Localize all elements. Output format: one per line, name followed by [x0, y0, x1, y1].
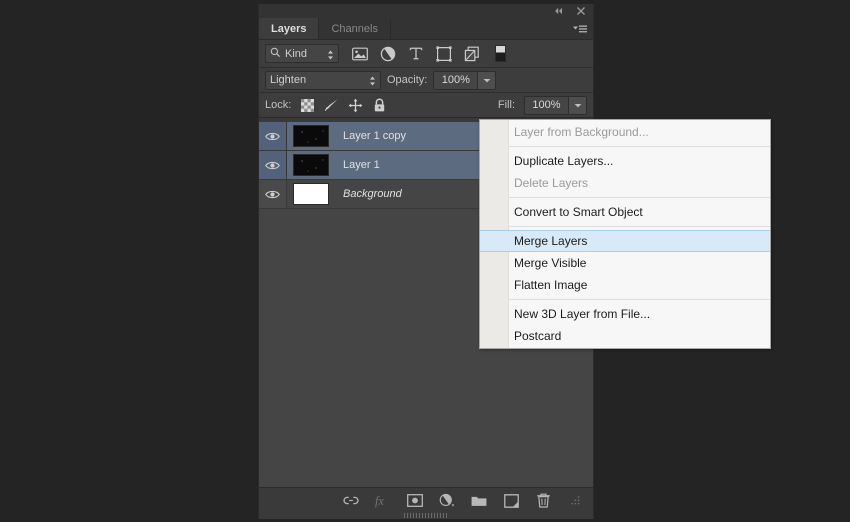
panel-titlebar — [259, 4, 593, 18]
fill-dropdown-arrow[interactable] — [568, 96, 586, 114]
layer-name[interactable]: Background — [343, 188, 402, 200]
bottom-icon-group: fx — [259, 488, 593, 513]
menu-item-flatten-image[interactable]: Flatten Image — [480, 274, 770, 296]
tab-channels[interactable]: Channels — [319, 18, 391, 39]
menu-item-new-3d-layer-from-file[interactable]: New 3D Layer from File... — [480, 303, 770, 325]
new-group-icon[interactable] — [471, 493, 487, 509]
menu-item-delete-layers: Delete Layers — [514, 176, 589, 190]
menu-separator — [508, 299, 770, 300]
filter-shape-layers-icon[interactable] — [435, 45, 452, 62]
tab-layers[interactable]: Layers — [259, 18, 320, 39]
panel-resize-grip-icon[interactable] — [567, 493, 583, 509]
close-icon[interactable] — [575, 5, 587, 17]
filter-kind-select[interactable]: Kind — [265, 44, 339, 63]
fill-field[interactable]: 100% — [524, 95, 587, 115]
new-adjustment-layer-icon[interactable] — [439, 493, 455, 509]
fill-label: Fill: — [497, 99, 515, 111]
layer-context-menu: Layer from Background... Duplicate Layer… — [479, 119, 771, 349]
layer-visibility-toggle[interactable] — [259, 180, 287, 208]
blend-mode-select[interactable]: Lighten — [265, 70, 381, 90]
layer-filter-row: Kind — [259, 40, 593, 68]
menu-item-merge-layers[interactable]: Merge Layers — [480, 230, 770, 252]
filter-pixel-layers-icon[interactable] — [351, 45, 368, 62]
layer-thumbnail[interactable] — [293, 125, 329, 147]
blend-mode-value: Lighten — [270, 74, 307, 86]
opacity-dropdown-arrow[interactable] — [477, 71, 496, 89]
filter-type-icons — [351, 45, 506, 62]
delete-layer-icon[interactable] — [535, 493, 551, 509]
lock-position-icon[interactable] — [348, 98, 363, 113]
chevron-updown-icon — [327, 48, 334, 60]
menu-separator — [508, 197, 770, 198]
lock-transparent-pixels-icon[interactable] — [300, 98, 315, 113]
layers-bottom-toolbar: fx — [259, 487, 593, 519]
layer-visibility-toggle[interactable] — [259, 122, 287, 150]
grip-handle[interactable] — [404, 512, 448, 518]
new-layer-icon[interactable] — [503, 493, 519, 509]
svg-text:fx: fx — [375, 494, 384, 508]
search-icon — [270, 45, 281, 63]
panel-menu-icon[interactable] — [573, 23, 587, 35]
filter-kind-label: Kind — [285, 47, 308, 60]
layer-name[interactable]: Layer 1 copy — [343, 130, 406, 142]
fill-value[interactable]: 100% — [525, 96, 568, 114]
layer-style-fx-icon[interactable]: fx — [375, 493, 391, 509]
opacity-label: Opacity: — [387, 74, 428, 86]
filter-enable-toggle[interactable] — [495, 45, 506, 62]
menu-separator — [508, 226, 770, 227]
opacity-field[interactable]: 100% — [433, 70, 497, 90]
panel-drag-grip[interactable] — [259, 512, 593, 518]
menu-item-convert-to-smart-object[interactable]: Convert to Smart Object — [480, 201, 770, 223]
menu-item-layer-from-background: Layer from Background... — [514, 125, 649, 139]
layer-name[interactable]: Layer 1 — [343, 159, 380, 171]
filter-adjustment-layers-icon[interactable] — [379, 45, 396, 62]
layer-thumbnail[interactable] — [293, 183, 329, 205]
blend-mode-row: Lighten Opacity: 100% — [259, 68, 593, 93]
filter-type-layers-icon[interactable] — [407, 45, 424, 62]
lock-label: Lock: — [265, 99, 292, 111]
menu-item-merge-visible[interactable]: Merge Visible — [480, 252, 770, 274]
chevron-updown-icon — [369, 74, 376, 86]
menu-item-duplicate-layers[interactable]: Duplicate Layers... — [480, 150, 770, 172]
lock-row: Lock: Fill: 100% — [259, 93, 593, 118]
menu-separator — [508, 146, 770, 147]
panel-tab-strip: Layers Channels — [259, 18, 593, 40]
lock-all-icon[interactable] — [372, 98, 387, 113]
link-layers-icon[interactable] — [343, 493, 359, 509]
lock-image-pixels-icon[interactable] — [324, 98, 339, 113]
layer-visibility-toggle[interactable] — [259, 151, 287, 179]
collapse-icon[interactable] — [552, 5, 564, 17]
menu-item-postcard[interactable]: Postcard — [480, 325, 770, 347]
add-layer-mask-icon[interactable] — [407, 493, 423, 509]
layer-thumbnail[interactable] — [293, 154, 329, 176]
filter-smart-object-layers-icon[interactable] — [463, 45, 480, 62]
opacity-value[interactable]: 100% — [434, 71, 478, 89]
